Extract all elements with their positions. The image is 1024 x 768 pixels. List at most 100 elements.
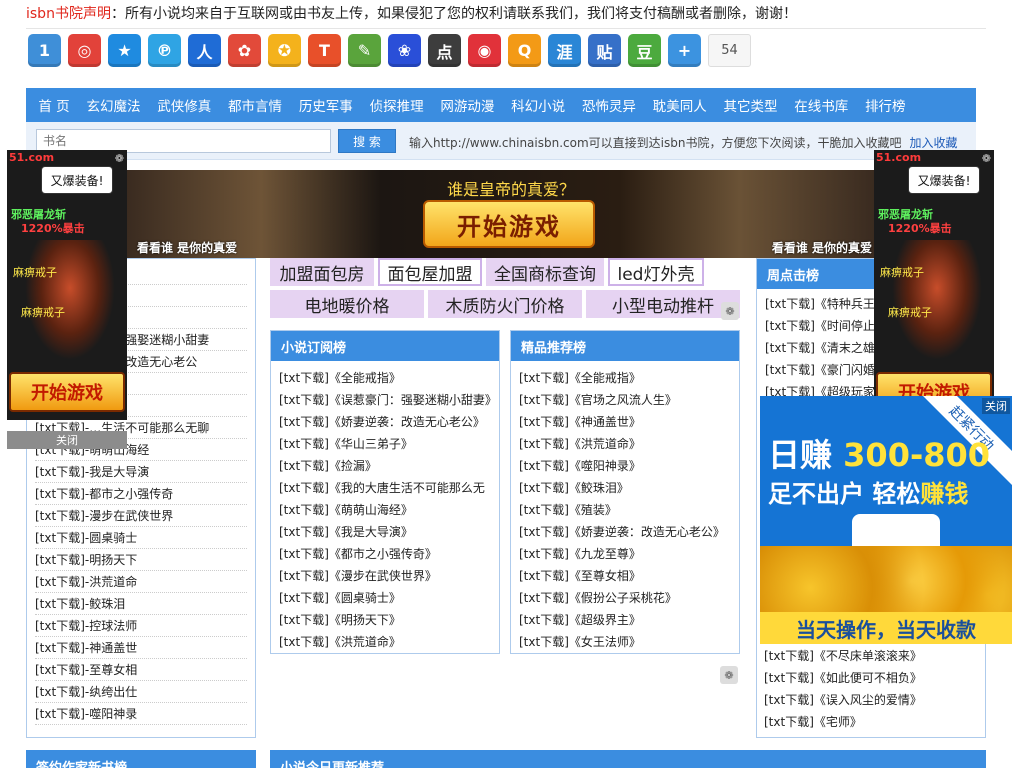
rank-list-item[interactable]: [txt下载]《噬阳神录》 [519, 455, 731, 477]
keyword-ad-link[interactable]: led灯外壳 [608, 258, 704, 286]
ad-paw-icon[interactable]: ❁ [721, 302, 739, 320]
page: isbn书院声明：所有小说均来自于互联网或由书友上传，如果侵犯了您的权利请联系我… [0, 0, 1024, 768]
rank-list-item[interactable]: [txt下载]《娇妻逆袭：改造无心老公》 [519, 521, 731, 543]
ad-brand: 51.com [876, 151, 922, 164]
book-list-item[interactable]: [txt下载]-神通盖世 [35, 637, 247, 659]
keyword-ad-link[interactable]: 面包屋加盟 [378, 258, 482, 286]
rank-list-item[interactable]: [txt下载]《漫步在武侠世界》 [279, 565, 491, 587]
rank-list-item[interactable]: [txt下载]《不尽床单滚滚来》 [764, 645, 978, 667]
rank-list-item[interactable]: [txt下载]《洪荒道命》 [519, 433, 731, 455]
rank-list-item[interactable]: [txt下载]《误惹豪门：强娶迷糊小甜妻》 [279, 389, 491, 411]
dianping-icon[interactable]: 点 [428, 34, 461, 67]
rank-list-item[interactable]: [txt下载]《殖装》 [519, 499, 731, 521]
rank-list-item[interactable]: [txt下载]《如此便可不相负》 [764, 667, 978, 689]
douban-icon[interactable]: 豆 [628, 34, 661, 67]
rank-list-item[interactable]: [txt下载]《至尊女相》 [519, 565, 731, 587]
notice-divider [26, 28, 986, 29]
rank-list-item[interactable]: [txt下载]《误入风尘的爱情》 [764, 689, 978, 711]
book-list-item[interactable]: [txt下载]-我是大导演 [35, 461, 247, 483]
nav-item[interactable]: 科幻小说 [511, 95, 565, 115]
rank-list-item[interactable]: [txt下载]《我是大导演》 [279, 521, 491, 543]
nav-item[interactable]: 恐怖灵异 [582, 95, 636, 115]
rank-list-item[interactable]: [txt下载]《宅师》 [764, 711, 978, 733]
keyword-ad-link[interactable]: 小型电动推杆 [586, 290, 740, 318]
book-list-item[interactable]: [txt下载]-至尊女相 [35, 659, 247, 681]
rank-list-item[interactable]: [txt下载]《女王法师》 [519, 631, 731, 653]
shengqian-icon[interactable]: 涯 [548, 34, 581, 67]
book-list-item[interactable]: [txt下载]-纨绔出仕 [35, 681, 247, 703]
keyword-ad-link[interactable]: 加盟面包房 [270, 258, 374, 286]
rank-list-item[interactable]: [txt下载]《都市之小强传奇》 [279, 543, 491, 565]
qzone-icon[interactable]: 1 [28, 34, 61, 67]
book-list-item[interactable]: [txt下载]-洪荒道命 [35, 571, 247, 593]
rank-list-item[interactable]: [txt下载]《官场之风流人生》 [519, 389, 731, 411]
banner-ad[interactable]: 谁是皇帝的真爱？ 开始游戏 看看谁 是你的真爱 看看谁 是你的真爱 [127, 170, 874, 258]
rank-list-item[interactable]: [txt下载]《鲛珠泪》 [519, 477, 731, 499]
keyword-ad-link[interactable]: 全国商标查询 [486, 258, 604, 286]
banner-start-button[interactable]: 开始游戏 [423, 200, 595, 248]
tieba-post-icon[interactable]: 贴 [588, 34, 621, 67]
recommend-rank-box: 精品推荐榜 [txt下载]《全能戒指》 [txt下载]《官场之风流人生》 [txt下… [510, 330, 740, 654]
tieba-icon[interactable]: T [308, 34, 341, 67]
nav-item[interactable]: 首 页 [38, 95, 69, 115]
side-ad-close-button[interactable]: 关闭 [7, 431, 127, 449]
nav-item[interactable]: 都市言情 [228, 95, 282, 115]
daily-update-title: 小说今日更新推荐 [270, 750, 986, 768]
rank-list-item[interactable]: [txt下载]《萌萌山海经》 [279, 499, 491, 521]
kaixin-icon[interactable]: ✿ [228, 34, 261, 67]
search-button[interactable]: 搜 索 [338, 129, 396, 153]
ad-headline: 日赚 300-800 [768, 430, 990, 476]
floating-ad-close-button[interactable]: 关闭 [982, 398, 1010, 414]
nav-item[interactable]: 历史军事 [299, 95, 353, 115]
book-list-item[interactable]: [txt下载]-噬阳神录 [35, 703, 247, 725]
book-list-item[interactable]: [txt下载]-都市之小强传奇 [35, 483, 247, 505]
keyword-ad-link[interactable]: 木质防火门价格 [428, 290, 582, 318]
qq-friend-icon[interactable]: ℗ [148, 34, 181, 67]
rank-list-item[interactable]: [txt下载]《我的大唐生活不可能那么无 [279, 477, 491, 499]
more-share-icon[interactable]: + [668, 34, 701, 67]
weibo-icon[interactable]: ◎ [68, 34, 101, 67]
rank-list-item[interactable]: [txt下载]《明扬天下》 [279, 609, 491, 631]
book-list-item[interactable]: [txt下载]-漫步在武侠世界 [35, 505, 247, 527]
rank-list-item[interactable]: [txt下载]《捡漏》 [279, 455, 491, 477]
book-list-item[interactable]: [txt下载]-圆桌骑士 [35, 527, 247, 549]
rank-list-item[interactable]: [txt下载]《全能戒指》 [279, 367, 491, 389]
ad-slogan: 1220%暴击 [21, 222, 85, 235]
ad-paw-icon[interactable]: ❁ [720, 666, 738, 684]
netease-icon[interactable]: ◉ [468, 34, 501, 67]
floating-ad[interactable]: 赶紧行动 关闭 日赚 300-800 足不出户 轻松赚钱 当天操作，当天收款 [760, 396, 1012, 644]
rank-list-item[interactable]: [txt下载]《九龙至尊》 [519, 543, 731, 565]
rank-list-item[interactable]: [txt下载]《娇妻逆袭：改造无心老公》 [279, 411, 491, 433]
rank-list-item[interactable]: [txt下载]《神通盖世》 [519, 411, 731, 433]
rank-list-item[interactable]: [txt下载]《华山三弟子》 [279, 433, 491, 455]
nav-item[interactable]: 在线书库 [794, 95, 848, 115]
rank-list-item[interactable]: [txt下载]《全能戒指》 [519, 367, 731, 389]
nav-item[interactable]: 其它类型 [724, 95, 778, 115]
ad-brand: 51.com [9, 151, 55, 164]
add-favorite-link[interactable]: 加入收藏 [909, 136, 957, 150]
ad-start-button[interactable]: 开始游戏 [9, 372, 125, 412]
tencent-weibo-icon[interactable]: ★ [108, 34, 141, 67]
douban-say-icon[interactable]: ✎ [348, 34, 381, 67]
nav-item[interactable]: 武侠修真 [157, 95, 211, 115]
nav-item[interactable]: 耽美同人 [653, 95, 707, 115]
book-list-item[interactable]: [txt下载]-鲛珠泪 [35, 593, 247, 615]
rank-list-item[interactable]: [txt下载]《圆桌骑士》 [279, 587, 491, 609]
rank-list-item[interactable]: [txt下载]《超级界主》 [519, 609, 731, 631]
nav-item[interactable]: 网游动漫 [440, 95, 494, 115]
keyword-ad-link[interactable]: 电地暖价格 [270, 290, 424, 318]
qq-icon[interactable]: Q [508, 34, 541, 67]
left-side-ad[interactable]: 51.com ❁ 又爆装备! 邪恶屠龙斩 1220%暴击 麻痹戒子 麻痹戒子 开… [7, 150, 127, 420]
book-list-item[interactable]: [txt下载]-控球法师 [35, 615, 247, 637]
nav-item[interactable]: 玄幻魔法 [86, 95, 140, 115]
book-list-item[interactable]: [txt下载]-明扬天下 [35, 549, 247, 571]
right-side-ad[interactable]: 51.com ❁ 又爆装备! 邪恶屠龙斩 1220%暴击 麻痹戒子 麻痹戒子 开… [874, 150, 994, 420]
rank-list-item[interactable]: [txt下载]《洪荒道命》 [279, 631, 491, 653]
nav-item[interactable]: 排行榜 [865, 95, 906, 115]
pengyou-icon[interactable]: ✪ [268, 34, 301, 67]
renren-icon[interactable]: 人 [188, 34, 221, 67]
baidu-icon[interactable]: ❀ [388, 34, 421, 67]
paw-icon: ❁ [981, 152, 991, 165]
nav-item[interactable]: 侦探推理 [370, 95, 424, 115]
rank-list-item[interactable]: [txt下载]《假扮公子采桃花》 [519, 587, 731, 609]
